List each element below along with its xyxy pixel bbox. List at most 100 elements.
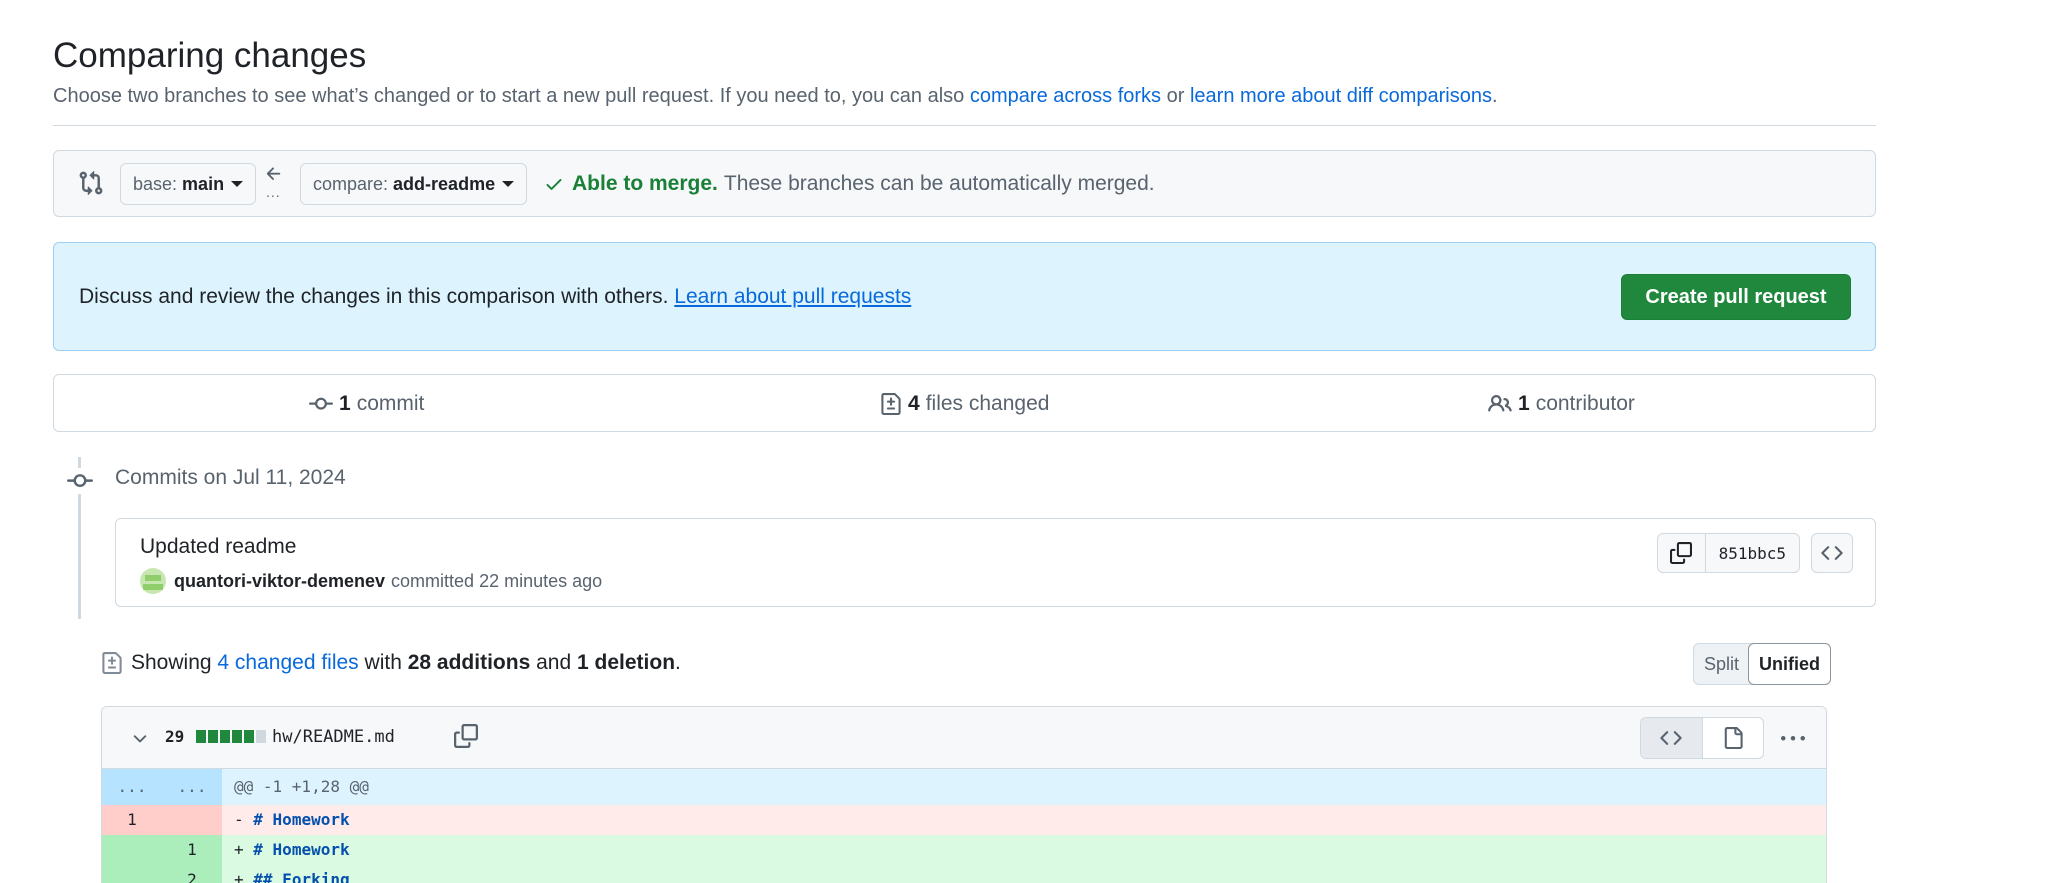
learn-pull-requests-link[interactable]: Learn about pull requests	[674, 285, 911, 308]
with-text: with	[364, 651, 402, 674]
line-text: ## Forking	[253, 870, 350, 883]
code-icon	[1821, 546, 1843, 560]
commits-count: 1	[339, 392, 351, 415]
page-subtitle: Choose two branches to see what’s change…	[53, 85, 1498, 108]
new-line-number[interactable]: 2	[162, 865, 222, 883]
file-diff-icon	[102, 652, 122, 674]
copy-icon[interactable]	[454, 724, 478, 748]
rich-diff-button[interactable]	[1703, 718, 1764, 758]
files-summary: Showing 4 changed files with 28 addition…	[101, 651, 681, 675]
file-icon	[1724, 727, 1743, 749]
commit-sha-link[interactable]: 851bbc5	[1706, 534, 1799, 572]
old-line-number[interactable]	[102, 835, 162, 865]
chevron-down-icon[interactable]	[130, 729, 150, 749]
showing-text: Showing	[131, 651, 212, 674]
diffstat-block-added	[244, 730, 254, 743]
learn-diff-comparisons-link[interactable]: learn more about diff comparisons	[1190, 85, 1492, 107]
line-text: # Homework	[253, 840, 350, 859]
split-view-button[interactable]: Split	[1694, 644, 1749, 684]
new-line-number[interactable]	[162, 805, 222, 835]
compare-label: compare:	[313, 173, 389, 194]
diffstat-block-neutral	[256, 730, 266, 743]
changed-files-link[interactable]: 4 changed files	[217, 651, 358, 675]
new-line-number[interactable]: 1	[162, 835, 222, 865]
diffstat-block-added	[208, 730, 218, 743]
range-ellipsis: ...	[266, 184, 281, 200]
diff-marker: +	[234, 840, 244, 859]
base-branch-select[interactable]: base: main	[120, 163, 257, 205]
hunk-header: @@ -1 +1,28 @@	[234, 777, 369, 796]
hunk-header-row: ... ... @@ -1 +1,28 @@	[102, 769, 1826, 805]
diff-marker: -	[234, 810, 244, 829]
base-label: base:	[133, 173, 178, 194]
subtitle-text: Choose two branches to see what’s change…	[53, 85, 965, 107]
compare-branch-select[interactable]: compare: add-readme	[300, 163, 528, 205]
diffstat-bar	[196, 730, 266, 743]
contributors-count: 1	[1518, 392, 1530, 415]
old-line-number[interactable]: 1	[102, 805, 162, 835]
old-line-number[interactable]	[102, 865, 162, 883]
commits-count-link[interactable]: 1 commit	[309, 392, 424, 416]
arrow-left-icon	[266, 167, 281, 180]
commits-label: commit	[356, 392, 425, 415]
expand-down-button[interactable]: ...	[162, 769, 222, 805]
contributors-link[interactable]: 1 contributor	[1488, 392, 1635, 416]
diff-marker: +	[234, 870, 244, 883]
compare-branch-name: add-readme	[393, 173, 496, 194]
pull-request-prompt: Discuss and review the changes in this c…	[53, 242, 1876, 351]
diffstat-block-added	[232, 730, 242, 743]
numbers-summary: 1 commit 4 files changed 1 contributor	[53, 374, 1876, 432]
git-compare-icon	[79, 170, 103, 196]
code-icon	[1660, 731, 1682, 745]
divider	[53, 125, 1876, 126]
avatar[interactable]	[140, 568, 166, 594]
diff-line-code: + # Homework	[222, 835, 1826, 865]
line-text: # Homework	[253, 810, 350, 829]
merge-status: Able to merge. These branches can be aut…	[544, 172, 1155, 196]
additions-count: 28 additions	[407, 651, 531, 674]
base-branch-name: main	[182, 173, 225, 194]
file-path-link[interactable]: hw/README.md	[272, 727, 395, 747]
diff-line-addition: 1 + # Homework	[102, 835, 1826, 865]
file-view-toggle	[1640, 717, 1764, 759]
file-diff: 29 hw/README.md ... ... @@ -1 +1,28 @@ 1…	[101, 706, 1827, 883]
commit-item: Updated readme quantori-viktor-demenev c…	[115, 518, 1876, 607]
create-pull-request-button[interactable]: Create pull request	[1621, 274, 1851, 320]
prompt-message: Discuss and review the changes in this c…	[79, 285, 669, 308]
page-title: Comparing changes	[53, 36, 367, 75]
files-label: files changed	[925, 392, 1050, 415]
diff-line-addition: 2 + ## Forking	[102, 865, 1826, 883]
caret-down-icon	[502, 181, 515, 187]
commit-action: committed	[391, 570, 475, 591]
caret-down-icon	[231, 181, 244, 187]
kebab-horizontal-icon	[1781, 736, 1805, 741]
people-icon	[1488, 394, 1512, 412]
files-changed-link[interactable]: 4 files changed	[880, 392, 1049, 416]
files-count: 4	[908, 392, 920, 415]
diff-line-code: + ## Forking	[222, 865, 1826, 883]
deletions-count: 1 deletion	[577, 651, 676, 674]
commit-author-link[interactable]: quantori-viktor-demenev	[174, 571, 385, 592]
file-options-button[interactable]	[1778, 724, 1808, 754]
diff-line-deletion: 1 - # Homework	[102, 805, 1826, 835]
commit-icon	[67, 468, 93, 494]
expand-up-button[interactable]: ...	[102, 769, 162, 805]
range-editor: base: main ... compare: add-readme Able …	[53, 150, 1876, 217]
merge-message: These branches can be automatically merg…	[723, 172, 1155, 195]
and-text: and	[536, 651, 572, 674]
commit-title-link[interactable]: Updated readme	[140, 535, 296, 559]
check-icon	[546, 179, 562, 190]
copy-sha-button[interactable]	[1658, 534, 1706, 572]
subtitle-period: .	[1491, 85, 1498, 107]
compare-across-forks-link[interactable]: compare across forks	[970, 85, 1161, 107]
source-diff-button[interactable]	[1641, 718, 1703, 758]
commit-icon	[309, 397, 333, 410]
diffstat-block-added	[196, 730, 206, 743]
file-change-count: 29	[165, 727, 185, 746]
diff-view-toggle: Split Unified	[1693, 643, 1832, 685]
contributors-label: contributor	[1535, 392, 1635, 415]
browse-repository-button[interactable]	[1811, 533, 1853, 573]
unified-view-button[interactable]: Unified	[1748, 643, 1832, 685]
diff-line-code: - # Homework	[222, 805, 1826, 835]
copy-icon	[1670, 542, 1693, 564]
